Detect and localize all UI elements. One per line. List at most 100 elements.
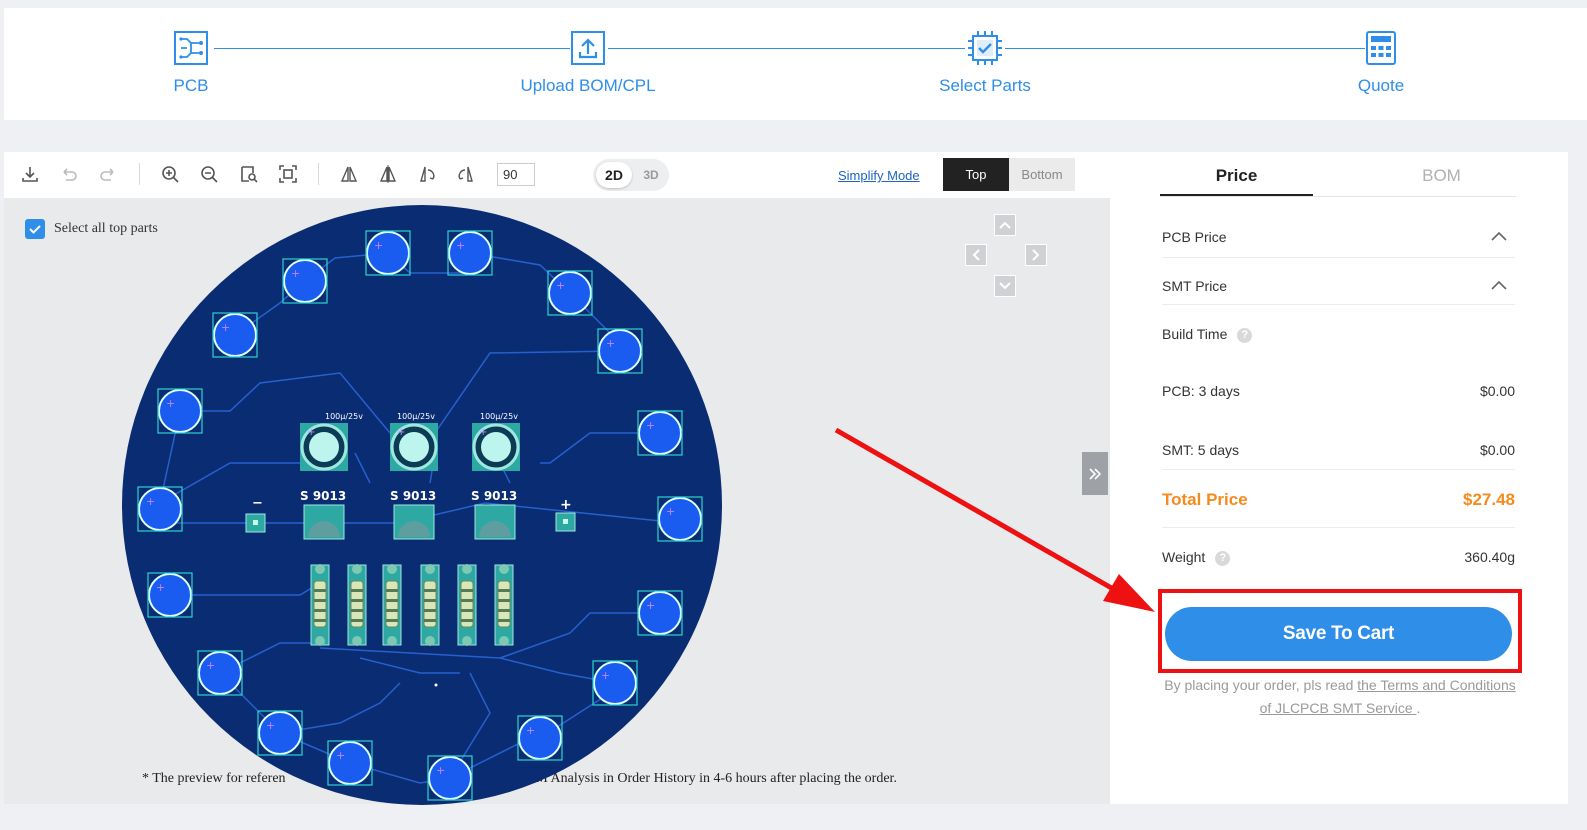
rotate-right-button[interactable] [454,162,478,186]
side-bottom-button[interactable]: Bottom [1009,158,1075,191]
pcb-days-value: $0.00 [1479,383,1515,399]
chevron-up-icon[interactable] [1491,280,1507,290]
simplify-mode-link[interactable]: Simplify Mode [838,168,920,183]
weight-row: Weight? 360.40g [1162,549,1515,566]
pan-right-button[interactable] [1025,244,1047,266]
svg-text:+: + [646,419,655,432]
resistor [310,564,330,646]
save-to-cart-button[interactable]: Save To Cart [1165,607,1512,661]
svg-text:+: + [266,719,275,732]
svg-text:+: + [526,724,535,737]
step-label: PCB [173,76,209,95]
resistor [457,564,477,646]
step-label: Upload BOM/CPL [520,76,656,95]
svg-text:S 9013: S 9013 [300,489,346,503]
smt-days-row: SMT: 5 days $0.00 [1162,442,1515,470]
step-pcb[interactable]: PCB [81,30,301,96]
fit-view-button[interactable] [276,162,300,186]
collapse-panel-button[interactable] [1082,452,1108,495]
led-pad: + [547,270,593,316]
svg-text:+: + [646,599,655,612]
resistor [420,564,440,646]
smt-price-row[interactable]: SMT Price [1162,278,1515,305]
build-time-row: Build Time? [1162,326,1515,343]
pcb-preview[interactable]: + + + + + + + + + + + + + + + + + + 100μ/25v 100μ/25v 100… [120,203,724,807]
download-icon [22,167,38,182]
calculator-icon [1366,31,1396,65]
check-icon [29,225,41,234]
tab-bom[interactable]: BOM [1365,164,1518,196]
undo-button[interactable] [57,162,81,186]
step-upload-bom-cpl[interactable]: Upload BOM/CPL [478,30,698,96]
tab-price[interactable]: Price [1160,164,1313,196]
zoom-area-icon [241,166,258,183]
zoom-out-button[interactable] [197,162,221,186]
total-price-value: $27.48 [1463,490,1515,509]
pan-left-button[interactable] [965,244,987,266]
board-side-toggle: Top Bottom [943,158,1075,191]
svg-text:+: + [336,749,345,762]
svg-text:100μ/25v: 100μ/25v [397,412,435,421]
view-dimension-toggle: 2D 3D [593,159,669,191]
rotation-angle-input[interactable] [497,163,535,186]
chevron-up-icon[interactable] [1491,231,1507,241]
chevron-right-icon [1032,249,1040,261]
side-top-button[interactable]: Top [943,158,1009,191]
zoom-area-button[interactable] [237,162,261,186]
svg-text:+: + [307,427,315,438]
redo-button[interactable] [96,162,120,186]
svg-text:+: + [146,495,155,508]
weight-label: Weight [1162,549,1206,565]
svg-text:+: + [666,505,675,518]
help-icon[interactable]: ? [1237,327,1253,343]
svg-text:−: − [252,496,263,511]
double-chevron-right-icon [1089,467,1102,480]
chip-icon [968,31,1002,65]
download-button[interactable] [18,162,42,186]
svg-text:S 9013: S 9013 [390,489,436,503]
smt-days-value: $0.00 [1479,442,1515,458]
pcb-price-row[interactable]: PCB Price [1162,229,1515,258]
led-pad: + [637,410,683,456]
step-select-parts[interactable]: Select Parts [875,30,1095,96]
weight-value: 360.40g [1464,549,1515,565]
rotate-right-icon [458,166,473,182]
capacitor-group: 100μ/25v 100μ/25v 100μ/25v + + + [300,412,520,471]
svg-text:+: + [156,581,165,594]
flip-vertical-icon [379,165,397,183]
toolbar-divider [318,163,319,185]
led-pad: + [147,572,193,618]
step-quote[interactable]: Quote [1271,30,1491,96]
build-time-label: Build Time [1162,326,1228,342]
flip-vertical-button[interactable] [376,162,400,186]
led-pad: + [517,715,563,761]
svg-text:+: + [221,321,230,334]
led-pad: + [157,388,203,434]
terms-notice: By placing your order, pls read the Term… [1164,677,1516,716]
led-pad: + [137,486,183,532]
pcb-days-row: PCB: 3 days $0.00 [1162,383,1515,399]
led-pad: + [447,230,493,276]
select-all-checkbox[interactable] [25,219,45,239]
viewer-toolbar: 2D 3D Simplify Mode Top Bottom [4,152,1110,198]
rotate-left-button[interactable] [415,162,439,186]
smt-price-label: SMT Price [1162,278,1228,294]
zoom-in-button[interactable] [158,162,182,186]
pan-up-button[interactable] [994,214,1016,236]
pan-down-button[interactable] [994,275,1016,297]
svg-text:+: + [560,497,572,513]
led-pad: + [327,740,373,786]
led-pad: + [282,258,328,304]
view-3d-button[interactable]: 3D [635,162,667,188]
view-2d-button[interactable]: 2D [596,162,632,188]
pcb-price-label: PCB Price [1162,229,1227,245]
flip-horizontal-icon [340,166,358,182]
smt-days-label: SMT: 5 days [1162,442,1240,458]
led-pad: + [427,755,473,801]
circuit-board-icon [174,31,208,65]
led-pad: + [592,660,638,706]
resistor [347,564,367,646]
svg-text:S 9013: S 9013 [471,489,517,503]
help-icon[interactable]: ? [1215,550,1231,566]
flip-horizontal-button[interactable] [337,162,361,186]
